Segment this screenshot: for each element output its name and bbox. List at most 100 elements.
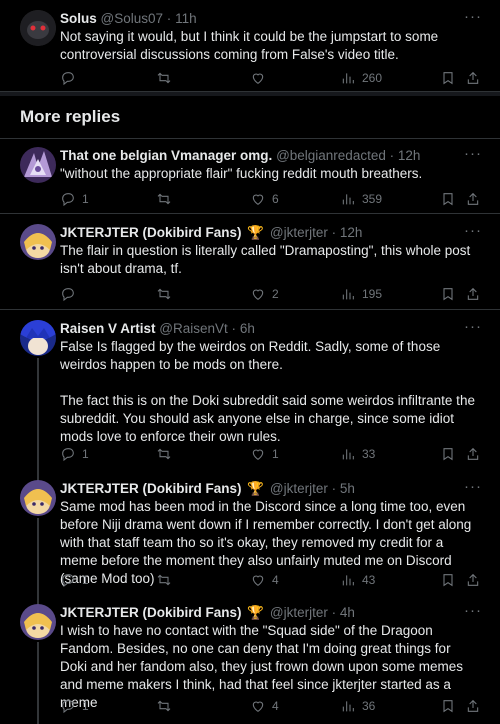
share-button[interactable] [465,698,481,714]
view-count: 359 [362,192,383,206]
more-icon[interactable]: ··· [464,602,482,619]
action-bar: 1 1 33 [60,446,480,464]
view-count: 260 [362,71,383,85]
user-handle[interactable]: @jkterjter [270,225,328,240]
repost-button[interactable] [156,70,178,86]
post-jkterjter-1[interactable]: JKTERJTER (Dokibird Fans) 🏆 @jkterjter ·… [0,214,500,310]
repost-button[interactable] [156,446,178,462]
view-count: 43 [362,573,376,587]
share-button[interactable] [465,446,481,462]
repost-button[interactable] [156,572,178,588]
post-header: That one belgian Vmanager omg. @belgianr… [60,147,460,165]
views-button[interactable]: 33 [340,446,375,462]
views-button[interactable]: 195 [340,286,382,302]
separator-dot: · [231,321,237,336]
post-text: Not saying it would, but I think it coul… [60,28,480,64]
more-icon[interactable]: ··· [464,145,482,162]
avatar[interactable] [20,604,56,640]
reply-button[interactable] [60,70,82,86]
action-bar: 2 195 [60,286,480,304]
user-handle[interactable]: @RaisenVt [159,321,227,336]
post-paragraph: Not saying it would, but I think it coul… [60,29,439,62]
views-button[interactable]: 260 [340,70,382,86]
more-icon[interactable]: ··· [464,478,482,495]
post-raisen[interactable]: Raisen V Artist @RaisenVt · 6h ··· False… [0,310,500,470]
bookmark-button[interactable] [440,191,456,207]
like-button[interactable]: 1 [250,446,279,462]
reply-button[interactable] [60,286,82,302]
like-button[interactable]: 2 [250,286,279,302]
repost-icon [157,72,171,84]
reply-button[interactable]: 1 [60,698,89,714]
post-time[interactable]: 5h [340,481,355,496]
display-name[interactable]: JKTERJTER (Dokibird Fans) [60,605,242,620]
bookmark-button[interactable] [440,70,456,86]
more-icon[interactable]: ··· [464,222,482,239]
post-jkterjter-3[interactable]: JKTERJTER (Dokibird Fans) 🏆 @jkterjter ·… [0,600,500,724]
display-name[interactable]: JKTERJTER (Dokibird Fans) [60,225,242,240]
like-button[interactable]: 6 [250,191,279,207]
like-icon [252,73,264,84]
post-time[interactable]: 6h [240,321,255,336]
repost-icon [157,574,171,586]
action-bar: 1 4 43 [60,572,480,590]
avatar[interactable] [20,147,56,183]
repost-button[interactable] [156,286,178,302]
more-icon[interactable]: ··· [464,318,482,335]
action-bar: 1 4 36 [60,698,480,716]
views-icon [342,701,354,712]
display-name[interactable]: JKTERJTER (Dokibird Fans) [60,481,242,496]
share-button[interactable] [465,191,481,207]
bookmark-icon [443,700,453,713]
reply-button[interactable]: 1 [60,191,89,207]
bookmark-button[interactable] [440,446,456,462]
user-handle[interactable]: @belgianredacted [276,148,386,163]
like-button[interactable]: 4 [250,698,279,714]
display-name[interactable]: Solus [60,11,97,26]
post-belgian-vmanager[interactable]: That one belgian Vmanager omg. @belgianr… [0,138,500,214]
bookmark-button[interactable] [440,698,456,714]
views-button[interactable]: 43 [340,572,375,588]
post-solus[interactable]: Solus @Solus07 · 11h ··· Not saying it w… [0,0,500,92]
bookmark-button[interactable] [440,572,456,588]
like-icon [252,449,264,460]
post-time[interactable]: 12h [340,225,363,240]
avatar[interactable] [20,10,56,46]
share-button[interactable] [465,70,481,86]
avatar-image [20,480,56,516]
post-jkterjter-2[interactable]: JKTERJTER (Dokibird Fans) 🏆 @jkterjter ·… [0,470,500,600]
display-name[interactable]: That one belgian Vmanager omg. [60,148,272,163]
like-button[interactable] [250,70,272,86]
post-paragraph: The fact this is on the Doki subreddit s… [60,393,475,444]
avatar[interactable] [20,224,56,260]
views-button[interactable]: 359 [340,191,382,207]
share-button[interactable] [465,572,481,588]
post-header: Raisen V Artist @RaisenVt · 6h [60,320,460,338]
separator-dot: · [331,225,337,240]
post-time[interactable]: 11h [175,11,197,26]
user-handle[interactable]: @Solus07 [101,11,164,26]
display-name[interactable]: Raisen V Artist [60,321,156,336]
views-button[interactable]: 36 [340,698,375,714]
share-button[interactable] [465,286,481,302]
like-button[interactable]: 4 [250,572,279,588]
reply-button[interactable]: 1 [60,572,89,588]
avatar[interactable] [20,320,56,356]
repost-button[interactable] [156,698,178,714]
bookmark-button[interactable] [440,286,456,302]
section-title: More replies [20,107,121,126]
reply-button[interactable]: 1 [60,446,89,462]
avatar[interactable] [20,480,56,516]
avatar-image [20,320,56,356]
like-count: 4 [272,573,279,587]
post-time[interactable]: 12h [398,148,421,163]
user-handle[interactable]: @jkterjter [270,481,328,496]
more-icon[interactable]: ··· [464,8,482,25]
view-count: 195 [362,287,383,301]
share-icon [467,71,479,84]
user-handle[interactable]: @jkterjter [270,605,328,620]
post-paragraph: "without the appropriate flair" fucking … [60,166,423,181]
post-time[interactable]: 4h [340,605,355,620]
like-count: 1 [272,447,279,461]
repost-button[interactable] [156,191,178,207]
